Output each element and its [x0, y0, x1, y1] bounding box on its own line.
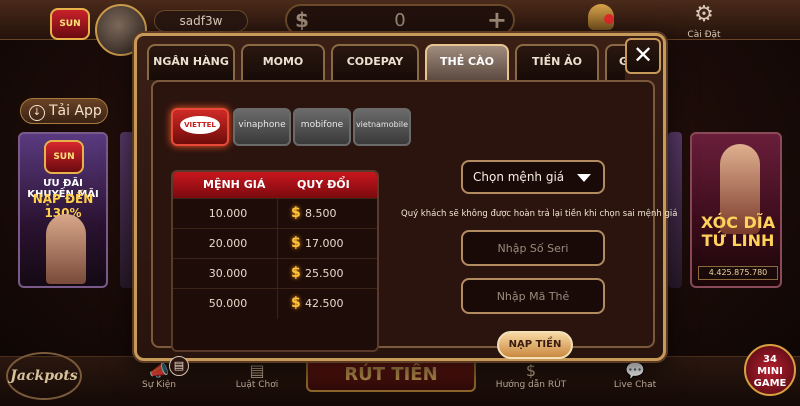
download-app-label: Tải App [49, 103, 102, 119]
tab-tien-ao[interactable]: TIỀN ẢO [515, 44, 599, 80]
quy-doi-cell: 17.000 [305, 237, 344, 250]
guide-icon: $ [525, 361, 537, 380]
denomination-select[interactable]: Chọn mệnh giá [461, 160, 605, 194]
nav-live-chat[interactable]: 💬 Live Chat [590, 361, 680, 391]
carrier-vinaphone-label: vinaphone [238, 120, 286, 130]
carrier-vietnamobile-label: vietnamobile [355, 120, 409, 129]
card-deposit-panel: VIETTEL vinaphone mobifone vietnamobile … [151, 80, 677, 376]
settings-button[interactable]: ⚙ Cài Đặt [684, 2, 724, 41]
minigame-label: MINI GAME [753, 366, 787, 389]
megaphone-icon: 📣 [149, 361, 169, 380]
promo-banner[interactable]: SUN ƯU ĐÃI KHUYẾN MÃI NẠP ĐẾN 130% [18, 132, 108, 288]
table-header: MỆNH GIÁ QUY ĐỔI [173, 172, 377, 198]
game-card-xoc-dia[interactable]: XÓC DĨA TỨ LINH 4.425.875.780 [690, 132, 782, 288]
nav-huong-dan-rut-label: Hướng dẫn RÚT [495, 380, 567, 390]
download-app-button[interactable]: ↓ Tải App [20, 98, 108, 124]
card-code-field-wrap [461, 278, 605, 314]
table-row: 20.000 $ 17.000 [173, 228, 377, 259]
settings-label: Cài Đặt [687, 30, 721, 40]
minigame-button[interactable]: 34 MINI GAME [744, 344, 796, 396]
nav-luat-choi[interactable]: ▤ Luật Chơi [212, 361, 302, 391]
menh-gia-cell: 50.000 [208, 297, 248, 310]
chat-icon: 💬 [625, 361, 645, 380]
notification-dot [604, 14, 614, 24]
quy-doi-cell: 25.500 [305, 267, 344, 280]
header-quy-doi: QUY ĐỔI [297, 178, 350, 191]
coin-icon: $ [291, 235, 301, 251]
nav-huong-dan-rut[interactable]: $ Hướng dẫn RÚT [486, 361, 576, 391]
game-jackpot: 4.425.875.780 [698, 266, 778, 280]
column-divider [277, 289, 278, 319]
menh-gia-cell: 10.000 [208, 207, 248, 220]
balance-box: $ 0 + [285, 4, 515, 36]
nav-su-kien[interactable]: 📣 Sự Kiện [114, 361, 204, 391]
column-divider [277, 199, 278, 229]
menh-gia-cell: 20.000 [208, 237, 248, 250]
quy-doi-cell: 42.500 [305, 297, 344, 310]
username-display: sadf3w [154, 10, 248, 32]
game-card-edge-left[interactable] [120, 132, 134, 288]
nav-su-kien-label: Sự Kiện [142, 380, 176, 390]
coin-icon: $ [291, 205, 301, 221]
carrier-vinaphone[interactable]: vinaphone [233, 108, 291, 146]
sun-logo: SUN [50, 8, 90, 40]
table-row: 30.000 $ 25.500 [173, 258, 377, 289]
jackpots-button[interactable]: Jackpots [6, 352, 82, 400]
column-divider [277, 229, 278, 259]
tab-momo[interactable]: MOMO [241, 44, 325, 80]
nav-live-chat-label: Live Chat [613, 380, 657, 390]
tab-the-cao[interactable]: THẺ CÀO [425, 44, 509, 80]
column-divider [277, 259, 278, 289]
coin-icon: $ [291, 265, 301, 281]
viettel-logo-icon: VIETTEL [180, 116, 220, 134]
promo-character-image [46, 214, 86, 284]
carrier-vietnamobile[interactable]: vietnamobile [353, 108, 411, 146]
tab-codepay[interactable]: CODEPAY [331, 44, 419, 80]
card-code-input[interactable] [463, 280, 603, 312]
table-row: 10.000 $ 8.500 [173, 198, 377, 229]
coin-icon: $ [291, 295, 301, 311]
denomination-select-label: Chọn mệnh giá [473, 170, 565, 184]
close-button[interactable]: ✕ [625, 38, 661, 74]
game-name: XÓC DĨA TỨ LINH [700, 213, 776, 250]
gear-icon: ⚙ [694, 2, 714, 27]
header-menh-gia: MỆNH GIÁ [203, 178, 266, 191]
carrier-mobifone[interactable]: mobifone [293, 108, 351, 146]
exchange-rate-table: MỆNH GIÁ QUY ĐỔI 10.000 $ 8.500 20.000 $… [171, 170, 379, 352]
withdraw-button[interactable]: RÚT TIỀN [306, 358, 476, 392]
deposit-modal: NGÂN HÀNG MOMO CODEPAY THẺ CÀO TIỀN ẢO G… [134, 33, 677, 376]
minigame-count: 34 [763, 354, 777, 365]
nav-luat-choi-label: Luật Chơi [235, 380, 279, 390]
warning-text: Quý khách sẽ không được hoàn trả lại tiề… [401, 209, 678, 219]
carrier-viettel[interactable]: VIETTEL [171, 108, 229, 146]
carrier-mobifone-label: mobifone [300, 120, 344, 130]
rulebook-icon: ▤ [249, 361, 265, 380]
download-icon: ↓ [29, 105, 45, 121]
promo-logo: SUN [44, 140, 84, 174]
deposit-submit-button[interactable]: NẠP TIỀN [497, 331, 573, 359]
tab-gift[interactable]: GI [605, 44, 625, 80]
serial-input[interactable] [463, 232, 603, 264]
add-balance-button[interactable]: + [487, 6, 507, 34]
payment-tabs: NGÂN HÀNG MOMO CODEPAY THẺ CÀO TIỀN ẢO G… [147, 44, 625, 80]
serial-field-wrap [461, 230, 605, 266]
chevron-down-icon [577, 174, 591, 182]
balance-value: 0 [394, 10, 406, 31]
quy-doi-cell: 8.500 [305, 207, 337, 220]
table-row: 50.000 $ 42.500 [173, 288, 377, 319]
dollar-icon: $ [295, 8, 309, 32]
history-document-icon[interactable]: ▤ [169, 356, 189, 376]
tab-ngan-hang[interactable]: NGÂN HÀNG [147, 44, 235, 80]
menh-gia-cell: 30.000 [208, 267, 248, 280]
